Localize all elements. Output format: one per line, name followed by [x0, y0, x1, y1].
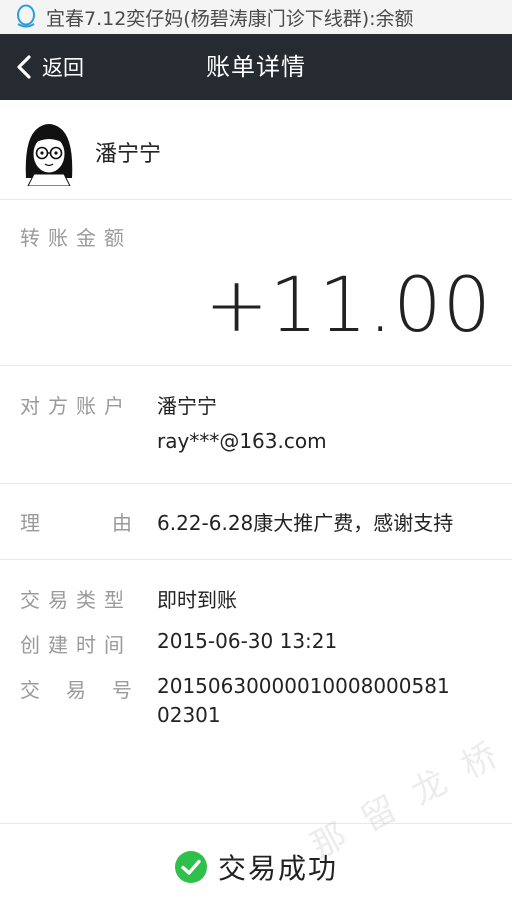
- reason-label-right: 由: [112, 511, 132, 535]
- trade-no-line-1: 20150630000010008000581: [157, 674, 450, 698]
- trade-no-label: 交 易 号: [20, 674, 132, 703]
- qq-notification-icon: [17, 4, 35, 28]
- notification-text: 宜春7.12奕仔妈(杨碧涛康门诊下线群):余额: [46, 7, 414, 30]
- contact-row[interactable]: 潘宁宁: [0, 100, 512, 200]
- reason-label-left: 理: [20, 511, 40, 535]
- transaction-status: 交易成功: [0, 824, 512, 910]
- counterparty-name: 潘宁宁: [157, 394, 217, 418]
- trade-no-label-2: 易: [66, 678, 86, 702]
- back-label: 返回: [42, 56, 84, 80]
- reason-value: 6.22-6.28康大推广费，感谢支持: [157, 511, 454, 535]
- back-button[interactable]: 返回: [14, 34, 84, 100]
- trade-no-line-2: 02301: [157, 703, 221, 727]
- notification-bar[interactable]: 宜春7.12奕仔妈(杨碧涛康门诊下线群):余额: [0, 0, 512, 34]
- created-time-label: 创建时间: [20, 633, 132, 657]
- reason-label: 理 由: [20, 507, 132, 536]
- check-circle-icon: [174, 851, 207, 883]
- transfer-amount-value: +11.00: [204, 260, 492, 349]
- counterparty-email: ray***@163.com: [157, 429, 327, 453]
- avatar: [20, 118, 78, 186]
- counterparty-section: 对方账户 潘宁宁 ray***@163.com: [0, 366, 512, 484]
- transaction-status-text: 交易成功: [217, 852, 338, 885]
- trade-no-label-3: 号: [112, 678, 132, 702]
- check-circle-bg: [174, 851, 207, 883]
- header-bar: 返回 账单详情: [0, 34, 512, 100]
- transfer-amount-section: 转账金额 +11.00: [0, 200, 512, 366]
- created-time-value: 2015-06-30 13:21: [157, 629, 338, 653]
- chevron-left-icon: [17, 55, 31, 79]
- transfer-amount-label: 转账金额: [20, 226, 132, 250]
- trade-type-label: 交易类型: [20, 588, 132, 612]
- reason-section: 理 由 6.22-6.28康大推广费，感谢支持: [0, 484, 512, 560]
- trade-type-value: 即时到账: [157, 588, 237, 612]
- trade-no-label-1: 交: [20, 678, 40, 702]
- bill-detail-page: 宜春7.12奕仔妈(杨碧涛康门诊下线群):余额 返回 账单详情 潘宁宁 转账金额: [0, 0, 512, 910]
- counterparty-label: 对方账户: [20, 394, 132, 418]
- contact-name: 潘宁宁: [95, 142, 162, 167]
